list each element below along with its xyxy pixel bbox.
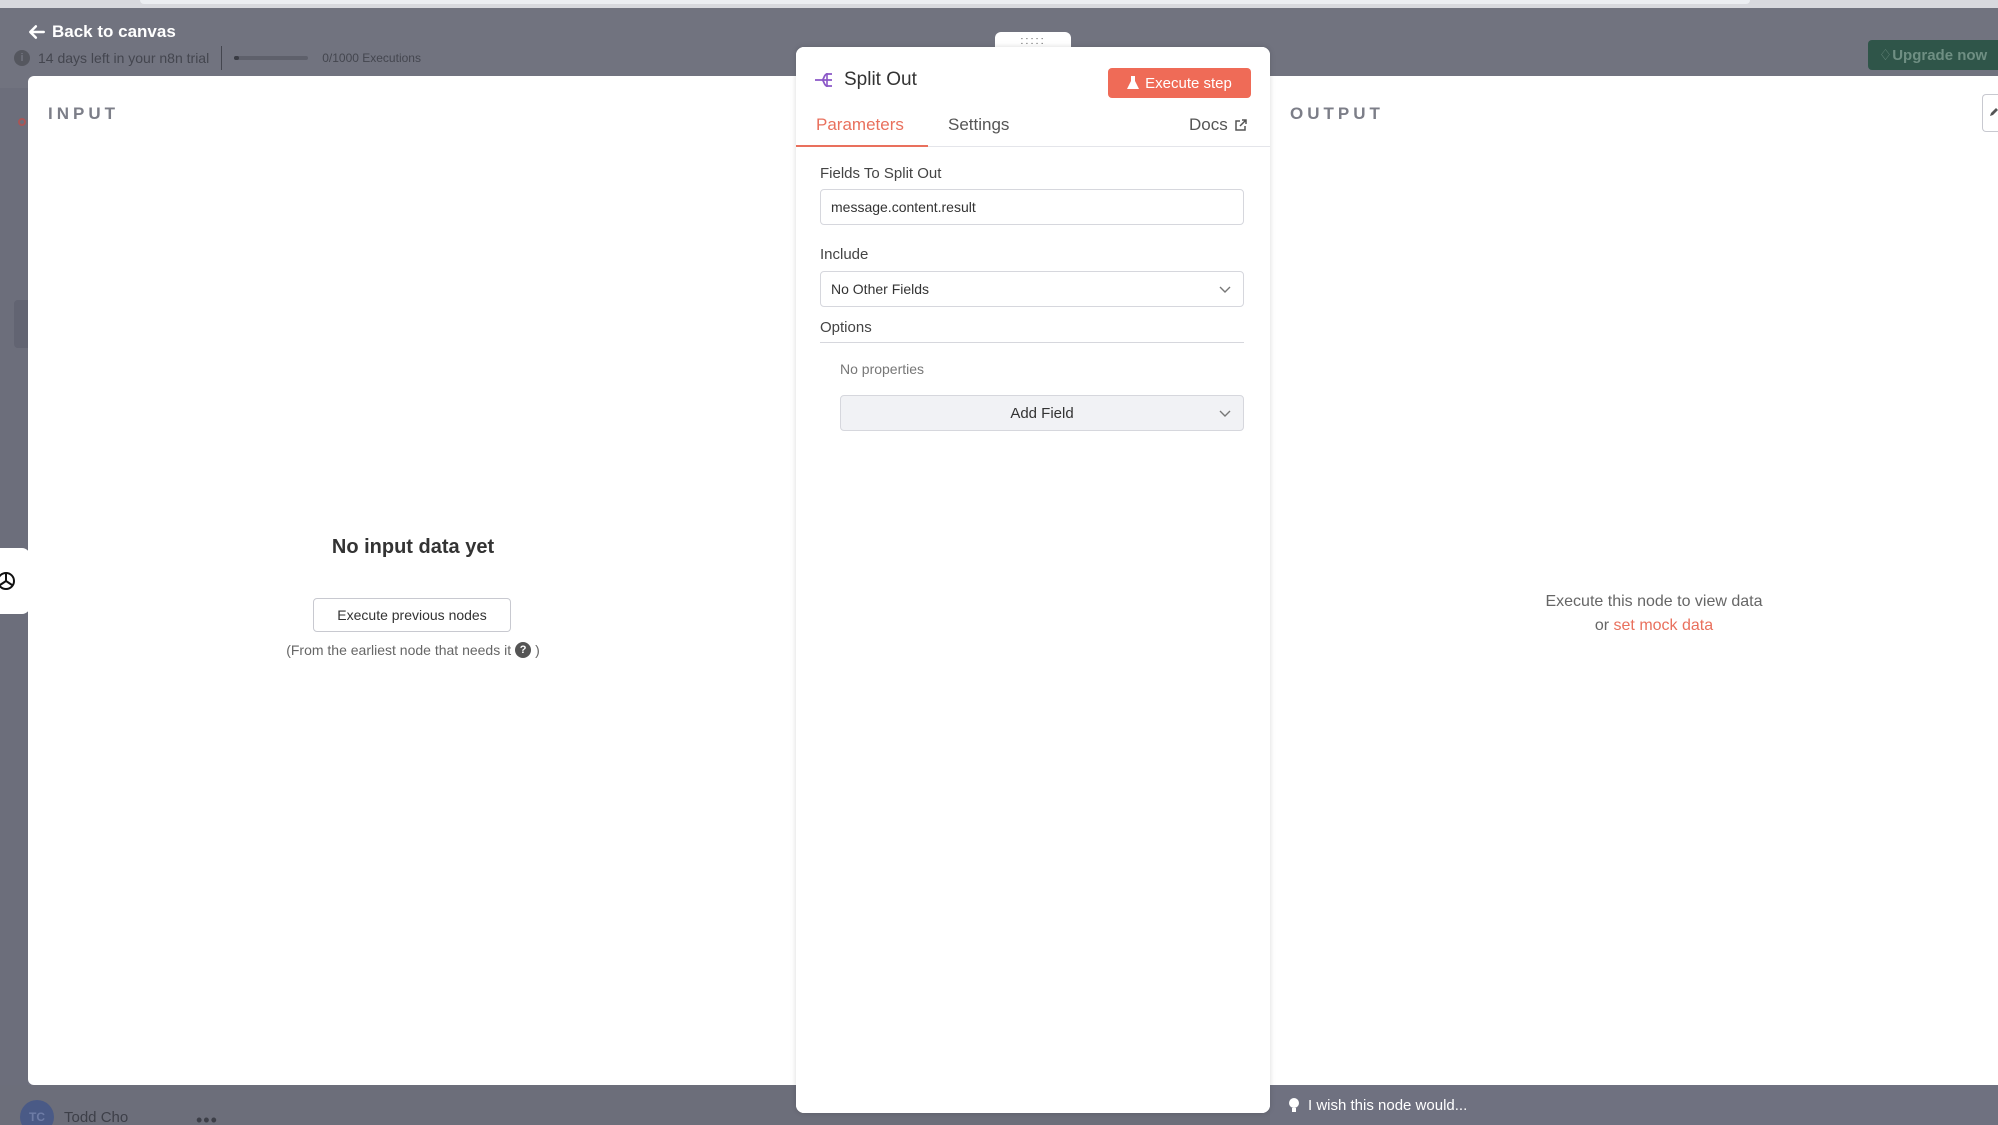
- node-tabs: Parameters Settings Docs: [796, 115, 1270, 147]
- fields-to-split-out-label: Fields To Split Out: [820, 165, 942, 182]
- user-name: Todd Cho: [64, 1108, 129, 1125]
- upgrade-label: Upgrade now: [1892, 46, 1988, 64]
- tab-docs[interactable]: Docs: [1189, 115, 1247, 147]
- browser-topbar: [0, 0, 1998, 8]
- node-header: Split Out Execute step Parameters Settin…: [796, 47, 1270, 147]
- openai-icon: [0, 572, 15, 590]
- upgrade-button[interactable]: ♢ Upgrade now: [1868, 40, 1998, 70]
- trial-text: 14 days left in your n8n trial: [38, 50, 210, 66]
- execute-hint-text: (From the earliest node that needs it: [286, 642, 512, 658]
- help-icon[interactable]: ?: [515, 642, 532, 658]
- add-field-label: Add Field: [1010, 404, 1074, 422]
- feedback-text: I wish this node would...: [1308, 1096, 1468, 1114]
- user-menu[interactable]: TC Todd Cho: [20, 1100, 128, 1125]
- back-label: Back to canvas: [52, 22, 176, 41]
- arrow-left-icon: [29, 25, 45, 39]
- fields-to-split-out-input[interactable]: message.content.result: [820, 189, 1244, 225]
- more-icon[interactable]: •••: [196, 1110, 218, 1125]
- input-panel: INPUT No input data yet Execute previous…: [28, 76, 798, 1085]
- include-select[interactable]: No Other Fields: [820, 271, 1244, 307]
- executions-progress: [234, 56, 309, 60]
- output-panel: OUTPUT Execute this node to view data or…: [1270, 76, 1998, 1085]
- chevron-down-icon: [1219, 410, 1231, 417]
- output-hint-line-2: or set mock data: [1270, 614, 1998, 638]
- output-hint-line: Execute this node to view data: [1545, 593, 1763, 610]
- no-properties-text: No properties: [840, 361, 925, 377]
- back-to-canvas-button[interactable]: Back to canvas: [28, 22, 176, 42]
- node-settings-panel: Split Out Execute step Parameters Settin…: [796, 47, 1270, 1113]
- flask-icon: [1127, 76, 1140, 89]
- split-out-icon: [815, 73, 832, 87]
- tab-settings[interactable]: Settings: [948, 115, 1009, 147]
- sidebar-item: [14, 300, 28, 348]
- node-title-row: Split Out: [814, 69, 917, 91]
- tab-parameters[interactable]: Parameters: [796, 115, 928, 147]
- output-hint-or: or: [1594, 617, 1610, 634]
- divider: [820, 342, 1244, 343]
- options-label: Options: [820, 319, 872, 336]
- input-panel-title: INPUT: [48, 104, 119, 123]
- url-bar: [140, 0, 1750, 4]
- output-panel-title: OUTPUT: [1290, 104, 1384, 123]
- pencil-icon: [1990, 108, 1998, 116]
- no-input-title: No input data yet: [331, 536, 495, 558]
- include-value: No Other Fields: [831, 281, 930, 297]
- edit-output-button[interactable]: [1982, 94, 1998, 132]
- add-field-button[interactable]: Add Field: [840, 395, 1244, 431]
- execute-hint-close: ): [535, 642, 540, 658]
- divider: [221, 46, 223, 70]
- execute-step-label: Execute step: [1145, 74, 1232, 92]
- trial-info: i 14 days left in your n8n trial 0/1000 …: [14, 46, 421, 70]
- execute-hint: (From the earliest node that needs it ? …: [28, 642, 798, 658]
- node-parameters: Fields To Split Out message.content.resu…: [796, 147, 1270, 1113]
- set-mock-data-link[interactable]: set mock data: [1614, 617, 1714, 634]
- info-icon: i: [14, 50, 30, 66]
- avatar: TC: [20, 1100, 54, 1125]
- execute-step-button[interactable]: Execute step: [1108, 68, 1251, 98]
- chevron-down-icon: [1219, 286, 1231, 293]
- executions-progress-fill: [234, 56, 239, 60]
- status-icon: [18, 118, 26, 126]
- feedback-bar[interactable]: I wish this node would...: [1270, 1085, 1998, 1125]
- openai-logo[interactable]: [0, 548, 30, 614]
- output-hint: Execute this node to view data or set mo…: [1270, 590, 1998, 638]
- docs-label: Docs: [1189, 115, 1228, 134]
- external-link-icon: [1234, 119, 1247, 131]
- execute-previous-nodes-button[interactable]: Execute previous nodes: [313, 598, 511, 632]
- node-title[interactable]: Split Out: [844, 69, 917, 91]
- gem-icon: ♢: [1878, 47, 1893, 64]
- include-label: Include: [820, 246, 869, 263]
- executions-count: 0/1000 Executions: [322, 51, 421, 65]
- lightbulb-icon: [1289, 1098, 1299, 1112]
